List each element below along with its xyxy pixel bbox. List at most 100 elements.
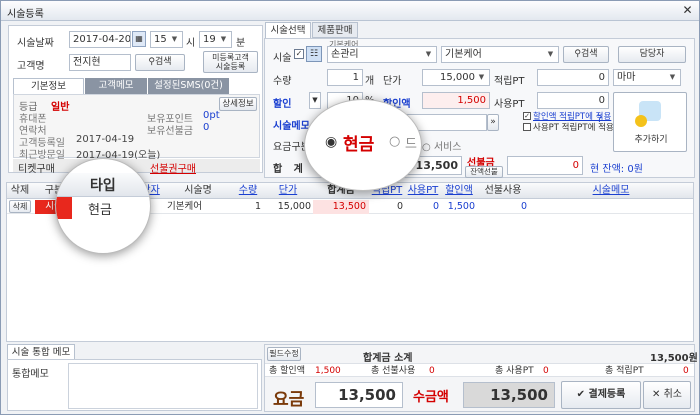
- tab-sms[interactable]: 설정된SMS(0건): [148, 78, 229, 94]
- pay-service-label: 서비스: [433, 142, 462, 153]
- customer-input[interactable]: 전지현: [69, 54, 131, 71]
- staff-select[interactable]: 마마 ▼: [613, 69, 681, 86]
- close-icon[interactable]: ✕: [680, 4, 695, 18]
- minute-value: 19: [203, 34, 216, 45]
- earn-pt-input[interactable]: 0: [537, 69, 609, 86]
- confirm-label: 결제등록: [588, 389, 626, 400]
- prepaid-label: 보유선불금: [147, 126, 193, 137]
- tab-product-sale[interactable]: 제품판매: [312, 22, 358, 38]
- staff-value: 마마: [617, 72, 636, 83]
- prepaid-use-input[interactable]: 0: [507, 156, 583, 175]
- field-edit-button[interactable]: 필드수정: [267, 347, 301, 361]
- service-sub-select[interactable]: 기본케어 ▼: [441, 46, 559, 63]
- tab-combined-memo[interactable]: 시술 통합 메모: [7, 344, 75, 360]
- minute-select[interactable]: 19 ▼: [199, 31, 232, 48]
- unregistered-customer-button[interactable]: 미등록고객 시술등록: [203, 51, 258, 73]
- col-use-pt[interactable]: 사용PT: [405, 183, 441, 199]
- date-input[interactable]: 2017-04-20: [69, 31, 131, 48]
- detail-info-button[interactable]: 상세정보: [219, 97, 257, 111]
- chevron-down-icon: ▼: [478, 73, 485, 81]
- tab-basic-info[interactable]: 기본정보: [13, 78, 84, 94]
- price-select[interactable]: 15,000 ▼: [422, 69, 490, 86]
- smiley-icon: [635, 115, 647, 127]
- pay-service-option[interactable]: ○ 서비스: [422, 138, 462, 153]
- subtotal-title: 합계금 소계: [363, 353, 413, 364]
- check-icon: ✔: [576, 389, 589, 400]
- zoom-type-value: 현금: [88, 203, 112, 218]
- prepaid-balance-button[interactable]: 잔액선불: [465, 166, 503, 178]
- tab-service-select[interactable]: 시술선택: [265, 22, 311, 38]
- row-memo: [531, 200, 691, 214]
- sum-prepaid-value: 0: [429, 366, 435, 376]
- combined-memo-panel: 통합메모: [7, 359, 262, 411]
- help-icon[interactable]: ?: [597, 114, 609, 126]
- row-discount: 1,500: [447, 201, 475, 212]
- chevron-down-icon: ▼: [425, 50, 432, 58]
- radio-checked-icon[interactable]: ◉: [325, 134, 337, 150]
- sum-use-pt-label: 총 사용PT: [495, 366, 534, 376]
- registered-value: 2017-04-19: [76, 134, 135, 145]
- pay-cash-zoom[interactable]: 현금: [343, 130, 374, 155]
- memo-expand-button[interactable]: »: [487, 114, 499, 131]
- window-title: 시술등록: [7, 9, 44, 20]
- qty-input[interactable]: 1: [327, 69, 363, 86]
- chevron-down-icon: ▼: [547, 50, 554, 58]
- customer-panel: 시술날짜 2017-04-20 ▦ 15 ▼ 시 19 ▼ 분 고객명 전지현 ⚲검…: [8, 25, 263, 175]
- confirm-payment-button[interactable]: ✔ 결제등록: [561, 381, 641, 409]
- row-total: 13,500: [313, 200, 369, 214]
- summary-panel: 필드수정 합계금 소계 13,500원 총 할인액 1,500 총 선불사용 0…: [264, 344, 698, 412]
- discount-earn-checkbox[interactable]: ✓: [523, 112, 531, 120]
- sum-prepaid-label: 총 선불사용: [371, 366, 416, 376]
- search-label: 검색: [155, 57, 172, 67]
- cancel-button[interactable]: ✕ 취소: [643, 381, 691, 409]
- pay-type-magnifier: ◉ 현금 ○ 드: [304, 99, 422, 191]
- row-price: 15,000: [277, 201, 311, 212]
- service-picker-icon[interactable]: ☷: [306, 46, 322, 62]
- type-magnifier: 타입 현금: [55, 158, 151, 254]
- row-prepaid: 0: [520, 201, 527, 212]
- calendar-icon[interactable]: ▦: [132, 31, 146, 47]
- radio-icon[interactable]: ○: [389, 134, 400, 149]
- minute-unit: 분: [236, 38, 246, 49]
- title-bar: 시술등록 ✕: [1, 1, 699, 21]
- tab-customer-memo[interactable]: 고객메모: [85, 78, 147, 94]
- hour-select[interactable]: 15 ▼: [150, 31, 183, 48]
- grade-value: 일반: [51, 102, 70, 113]
- zoom-type-header: 타입: [90, 178, 116, 194]
- row-service-name: 기본케어: [167, 201, 202, 212]
- use-pt-input[interactable]: 0: [537, 92, 609, 109]
- prepaid-value: 0: [203, 122, 210, 133]
- service-checkbox[interactable]: ✓: [294, 49, 304, 59]
- col-price[interactable]: 단가: [263, 183, 313, 199]
- row-earn-pt: 0: [396, 201, 403, 212]
- chevron-down-icon[interactable]: ▼: [309, 92, 321, 109]
- sum-use-pt-value: 0: [543, 366, 549, 376]
- customer-label: 고객명: [17, 61, 45, 72]
- col-memo[interactable]: 시술메모: [529, 183, 693, 199]
- hour-value: 15: [154, 34, 167, 45]
- earn-pt-label: 적립PT: [494, 76, 525, 87]
- hour-unit: 시: [186, 38, 196, 49]
- col-discount[interactable]: 할인액: [441, 183, 477, 199]
- service-select[interactable]: 손관리 ▼: [327, 46, 437, 63]
- pay-other-zoom: 드: [405, 137, 417, 152]
- discount-amount-input[interactable]: 1,500: [422, 92, 490, 109]
- memo-label: 시술메모: [273, 121, 310, 132]
- use-earn-checkbox[interactable]: [523, 123, 531, 131]
- cash-input[interactable]: 13,500: [463, 382, 555, 408]
- delete-row-button[interactable]: 삭제: [9, 200, 31, 213]
- combined-memo-textarea[interactable]: [68, 363, 258, 409]
- staff-button[interactable]: 담당자: [618, 46, 686, 63]
- date-label: 시술날짜: [17, 38, 54, 49]
- cancel-label: 취소: [663, 389, 682, 400]
- prepaid-buy-link[interactable]: 선불권구매: [150, 160, 196, 175]
- fee-input: 13,500: [315, 382, 403, 408]
- customer-info-box: 등급 일반 상세정보 휴대폰 보유포인트 0pt 연락처 보유선불금 0 고객등…: [13, 94, 260, 161]
- customer-search-button[interactable]: ⚲검색: [135, 54, 185, 71]
- balance-label: 현 잔액: 0원: [590, 164, 643, 175]
- service-search-button[interactable]: ⚲검색: [563, 46, 609, 63]
- col-qty[interactable]: 수량: [233, 183, 263, 199]
- combined-memo-label: 통합메모: [12, 369, 49, 380]
- points-value: 0pt: [203, 110, 220, 121]
- add-button[interactable]: 추가하기: [613, 92, 687, 152]
